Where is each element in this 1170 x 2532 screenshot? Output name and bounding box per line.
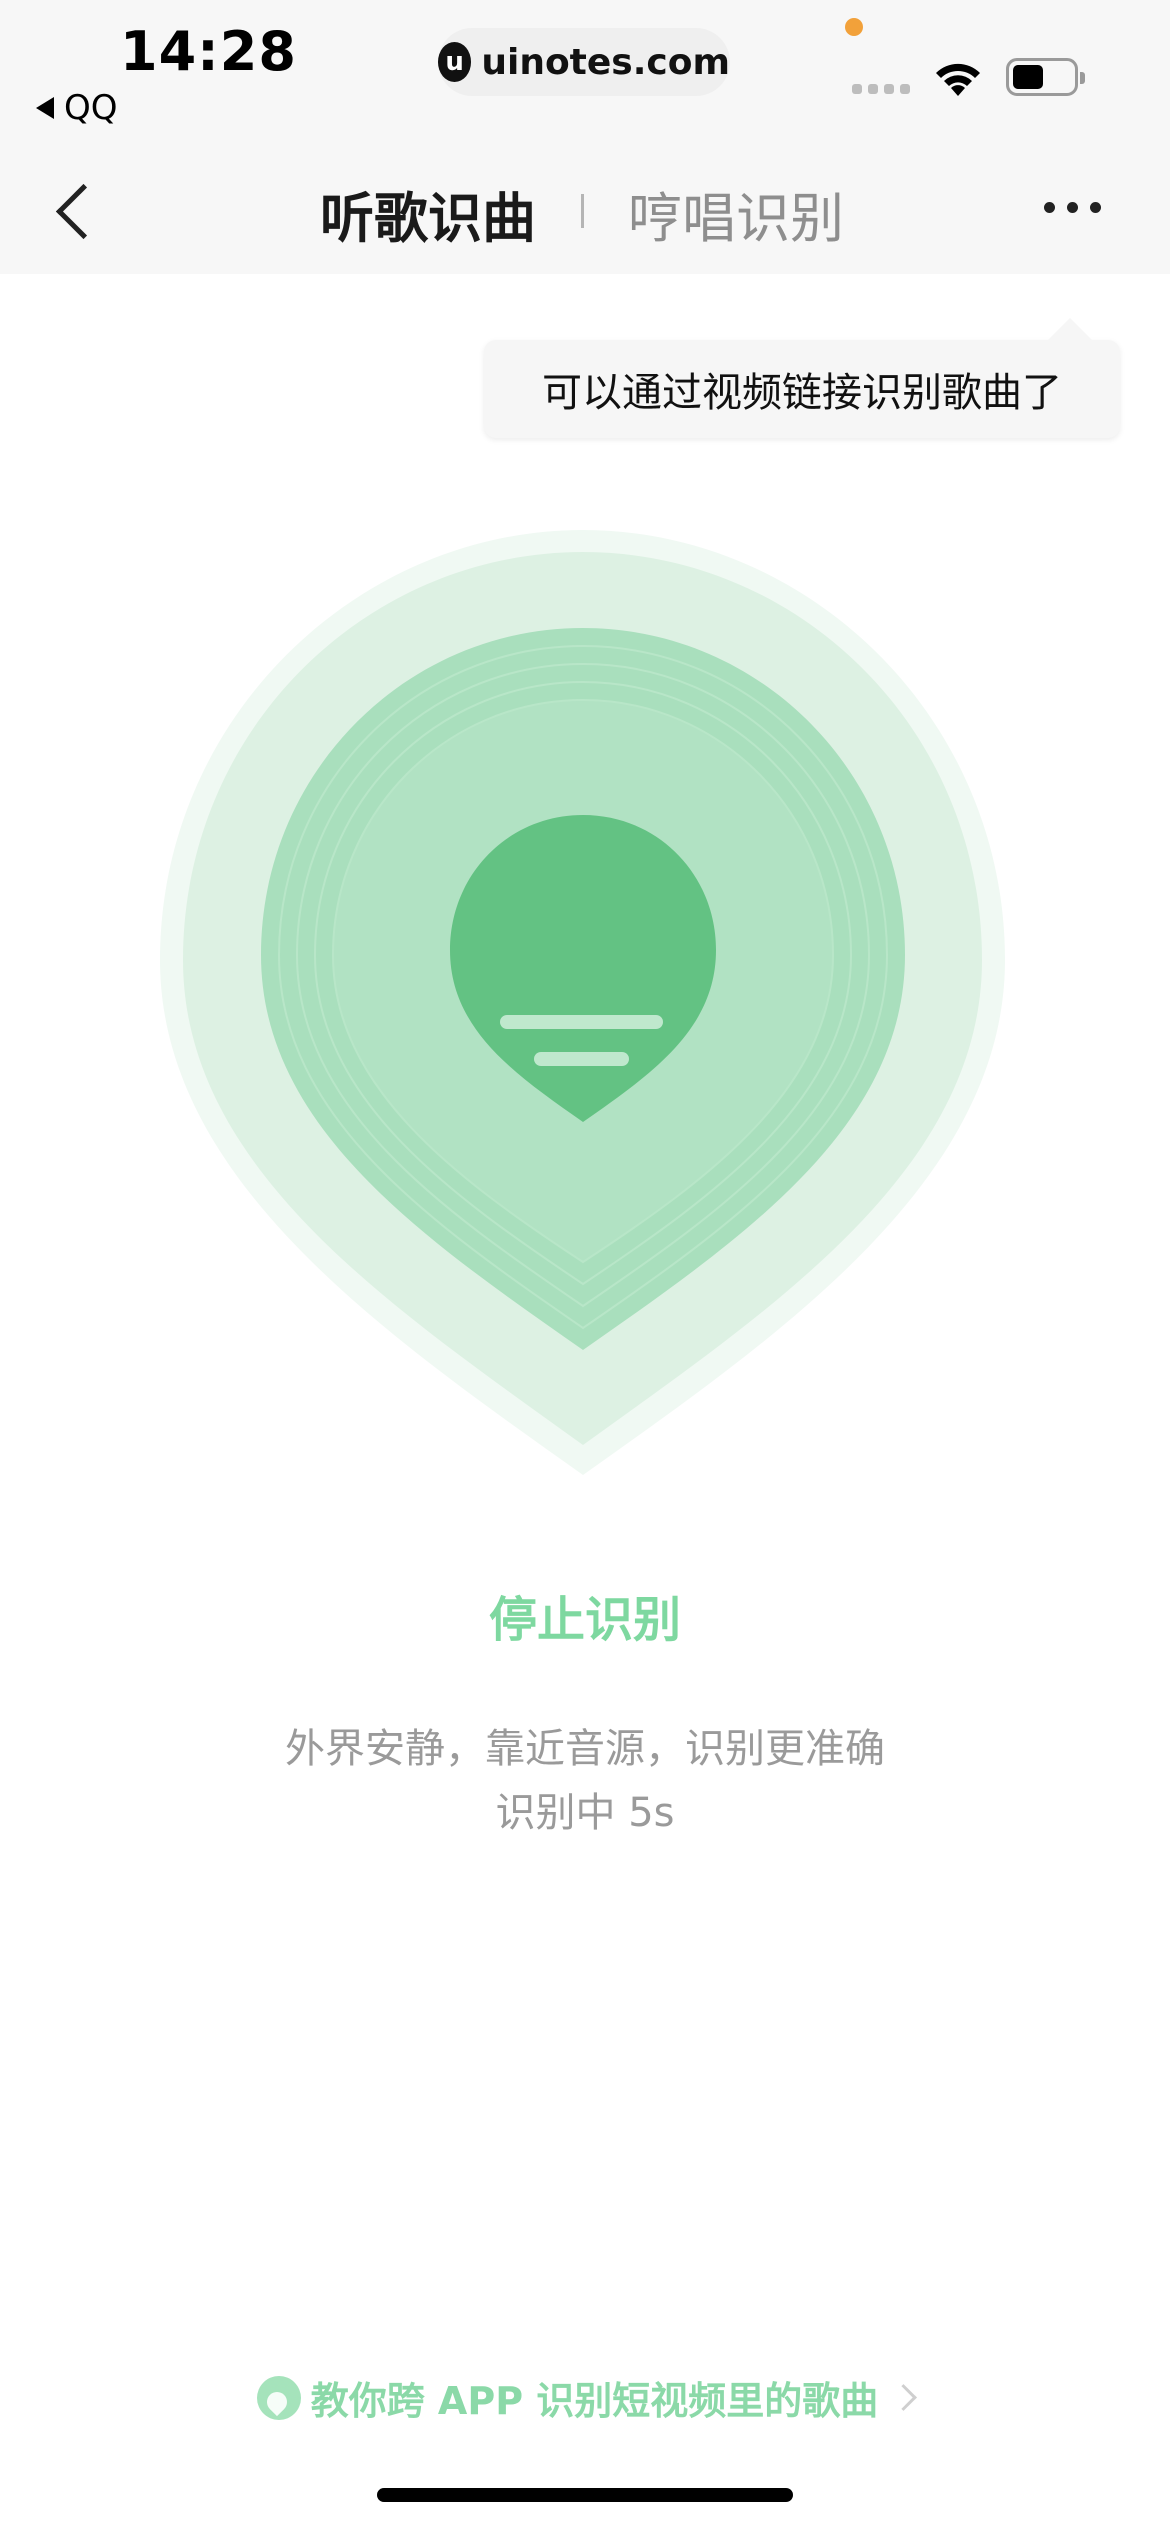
- recognition-animation: [160, 530, 1005, 1475]
- music-drop-line-1: [500, 1015, 663, 1029]
- promo-text: 教你跨 APP 识别短视频里的歌曲: [310, 2379, 879, 2423]
- music-drop-small-icon: [256, 2375, 301, 2420]
- home-indicator[interactable]: [377, 2488, 793, 2502]
- chevron-right-icon: [890, 2384, 918, 2411]
- music-drop-line-2: [534, 1052, 629, 1066]
- recognition-status: 识别中 5s: [495, 1790, 675, 1836]
- recognition-hint: 外界安静，靠近音源，识别更准确: [285, 1726, 885, 1772]
- stop-recognition-button[interactable]: 停止识别: [0, 1580, 1170, 1650]
- cross-app-tutorial-link[interactable]: 教你跨 APP 识别短视频里的歌曲: [0, 2370, 1170, 2425]
